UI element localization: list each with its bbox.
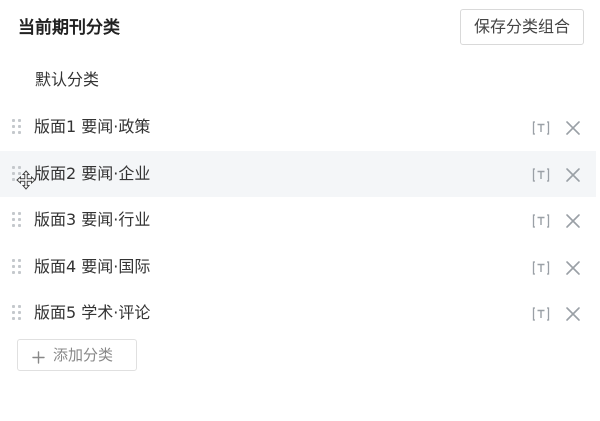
drag-handle-icon[interactable] [12, 212, 24, 230]
text-type-icon[interactable] [531, 165, 551, 185]
category-row[interactable]: 版面5 学术·评论 [0, 290, 596, 337]
drag-handle-icon[interactable] [12, 165, 24, 184]
close-icon[interactable] [563, 165, 583, 185]
save-category-combo-button[interactable]: 保存分类组合 [460, 9, 584, 45]
category-row[interactable]: 版面1 要闻·政策 [0, 104, 596, 151]
text-type-icon[interactable] [531, 118, 551, 138]
category-label: 版面5 学术·评论 [34, 303, 151, 322]
category-panel: 当前期刊分类 保存分类组合 默认分类 版面1 要闻·政策 版面2 要闻·企业 版… [0, 0, 600, 421]
category-label: 版面4 要闻·国际 [34, 256, 151, 276]
drag-handle-icon[interactable] [12, 119, 24, 137]
category-row[interactable]: 版面3 要闻·行业 [0, 197, 596, 244]
drag-handle-icon[interactable] [12, 258, 24, 277]
plus-icon [32, 349, 45, 364]
default-category-label: 默认分类 [35, 70, 100, 89]
close-icon[interactable] [563, 258, 583, 278]
panel-title: 当前期刊分类 [18, 18, 120, 38]
category-label: 版面1 要闻·政策 [34, 117, 151, 136]
text-type-icon[interactable] [531, 211, 551, 231]
text-type-icon[interactable] [531, 304, 551, 324]
category-row[interactable]: 版面2 要闻·企业 [0, 150, 596, 197]
category-label: 版面3 要闻·行业 [34, 210, 151, 229]
close-icon[interactable] [563, 211, 583, 231]
category-label: 版面2 要闻·企业 [34, 163, 151, 183]
category-list: 版面1 要闻·政策 版面2 要闻·企业 版面3 要闻·行业 版面4 要闻·国际 … [0, 104, 600, 337]
category-row[interactable]: 版面4 要闻·国际 [0, 244, 596, 291]
close-icon[interactable] [563, 304, 583, 324]
panel-header: 当前期刊分类 保存分类组合 [0, 0, 600, 56]
add-category-label: 添加分类 [53, 346, 114, 364]
add-category-button[interactable]: 添加分类 [17, 339, 137, 371]
drag-handle-icon[interactable] [12, 305, 24, 323]
close-icon[interactable] [563, 118, 583, 138]
text-type-icon[interactable] [531, 258, 551, 278]
